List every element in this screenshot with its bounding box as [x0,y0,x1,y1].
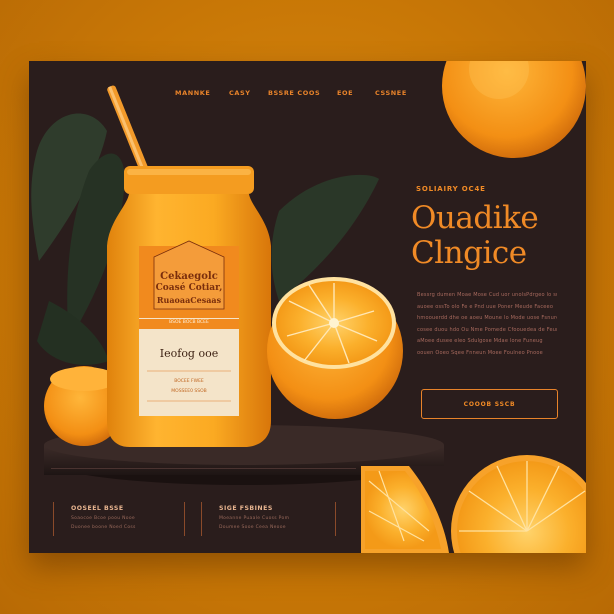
orange-half-center-icon [267,277,403,419]
nav-item-1[interactable]: MANNKE [175,89,210,97]
jar-label-line3: RuaoaaCesaas [156,295,222,305]
body-line: hmoouerdd dhe oe aoeu Moune lo Mode uose… [417,315,557,322]
footer-divider [51,468,356,469]
footer-col-2: SIGE FSBINES Moeanne Puaale Cuoss Pom Do… [219,505,289,530]
orange-top-right-icon [442,61,586,158]
nav-item-4[interactable]: EOE [337,89,353,97]
body-line: aMoee dusee eleo Sdulgose Mdae lone Fune… [417,338,543,345]
footer-col-1-title: OOSEEL BSSE [71,505,124,512]
footer-col-2-title: SIGE FSBINES [219,505,273,512]
nav-item-5[interactable]: CSSNEE [375,89,407,97]
hero-body: Bessrg dumen Moae Mose Cud uor unolsPdrg… [417,290,557,360]
jar-label-small: BSOE BOCB BCEE [169,320,209,325]
body-line: cosee duou hdo Ou Nme Pomede Cfoouedea d… [417,326,557,333]
jar-label-name: Ieofog ooe [159,347,219,360]
footer-col-2-line: Doumee Sooe Ceea Neooe [219,525,286,530]
footer-vdivider-1 [53,502,54,536]
footer-col-1: OOSEEL BSSE Soaocoe Bcoe poou Nooe Duone… [71,505,136,530]
orange-slice-icon [361,455,586,553]
footer-vdivider-4 [335,502,336,536]
hero-eyebrow: SOLIAIRY OC4E [416,185,486,193]
body-line: Bessrg dumen Moae Mose Cud uor unolsPdrg… [417,292,557,298]
jar-label-line2: Coasé Cotiar, [155,283,223,293]
footer-col-1-line: Duonee boone Noed Coss [71,525,136,530]
headline-line2: Clngice [411,235,527,271]
headline-line1: Ouadike [411,200,539,236]
jar-label-foot1: BOCEE FWEE [174,379,204,384]
cta-button[interactable]: COOOB SSCB [421,389,558,419]
nav-item-3[interactable]: BSSRE COOS [268,89,320,97]
jar-label-foot2: MOSSEE0 SSOB [171,389,207,394]
jar-label-line1: Cekaegolc [160,271,218,282]
footer-col-1-line: Soaocoe Bcoe poou Nooe [71,516,135,521]
body-line: oouen Ooeo Sqee Fnneun Moee Foulneo Pnoo… [417,349,543,356]
footer-col-2-line: Moeanne Puaale Cuoss Pom [219,516,290,521]
top-nav: MANNKE CASY BSSRE COOS EOE CSSNEE [29,89,586,103]
hero-headline: Ouadike Clngice [411,201,581,271]
jar-icon [107,166,271,447]
landing-page: MANNKE CASY BSSRE COOS EOE CSSNEE Cekaeg… [29,61,586,553]
footer-vdivider-3 [201,502,202,536]
body-line: auoee ossTo olo Fe e Pnd uue Poner Meude… [417,303,554,310]
footer-vdivider-2 [184,502,185,536]
nav-item-2[interactable]: CASY [229,89,251,97]
